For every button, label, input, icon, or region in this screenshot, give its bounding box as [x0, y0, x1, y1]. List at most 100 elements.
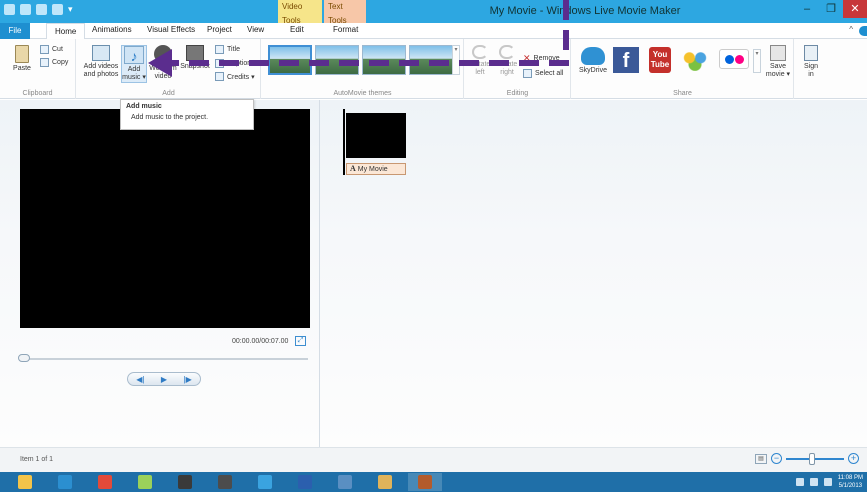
zoom-out-button[interactable]: − [771, 453, 782, 464]
tab-animations[interactable]: Animations [92, 25, 132, 34]
snapshot-icon [186, 45, 204, 61]
main-area: 00:00.00/00:07.00 ⤢ ◀| ▶ |▶ A My Movie [0, 100, 867, 447]
theme-thumbnail[interactable] [409, 45, 453, 75]
taskbar-hp[interactable] [48, 473, 82, 491]
app-menu-icon[interactable] [4, 4, 15, 15]
theme-thumbnail[interactable] [362, 45, 406, 75]
hp-icon [58, 475, 72, 489]
ribbon-tabs: File Home Animations Visual Effects Proj… [0, 23, 867, 39]
webcam-video-button[interactable]: Webcam video [149, 45, 177, 81]
tooltip-title: Add music [126, 103, 162, 110]
copy-icon [40, 58, 49, 67]
add-music-tooltip: Add music Add music to the project. [120, 99, 254, 130]
theme-thumbnail[interactable] [268, 45, 312, 75]
text-clip-icon: A [350, 164, 356, 173]
taskbar: 11:08 PM 5/1/2013 [0, 472, 867, 492]
zoom-slider-handle[interactable] [809, 452, 816, 465]
system-tray: 11:08 PM 5/1/2013 [795, 474, 863, 490]
rotate-right-button[interactable]: Rotate right [495, 45, 519, 77]
music-note-icon: ♪ [124, 46, 144, 64]
scissors-icon [40, 45, 49, 54]
undo-icon[interactable] [36, 4, 47, 15]
taskbar-chrome[interactable] [88, 473, 122, 491]
internet-explorer-icon [258, 475, 272, 489]
skydrive-button[interactable]: SkyDrive [578, 47, 608, 75]
fullscreen-preview-button[interactable]: ⤢ [295, 336, 306, 346]
taskbar-movie-maker-active[interactable] [408, 473, 442, 491]
taskbar-media-player[interactable] [168, 473, 202, 491]
title-clip-caption[interactable]: A My Movie [346, 163, 406, 175]
taskbar-other-app[interactable] [328, 473, 362, 491]
snapshot-button[interactable]: Snapshot [179, 45, 211, 71]
clipboard-group-label: Clipboard [22, 90, 53, 97]
theme-thumbnail[interactable] [315, 45, 359, 75]
minimize-button[interactable]: – [795, 0, 819, 18]
select-all-icon [523, 69, 532, 78]
credits-button[interactable]: Credits ▾ [215, 72, 255, 81]
help-icon[interactable] [859, 26, 867, 36]
add-music-button[interactable]: ♪ Add music ▾ [121, 45, 147, 83]
save-icon[interactable] [20, 4, 31, 15]
youtube-button[interactable]: You Tube [648, 47, 672, 75]
redo-icon[interactable] [52, 4, 63, 15]
clock[interactable]: 11:08 PM 5/1/2013 [838, 474, 863, 490]
tab-edit[interactable]: Edit [290, 25, 304, 34]
storyboard[interactable]: A My Movie [321, 100, 867, 447]
next-frame-button[interactable]: |▶ [184, 375, 192, 384]
sign-in-button[interactable]: Sign in [800, 45, 822, 79]
people-icon [681, 49, 709, 71]
tab-home[interactable]: Home [46, 23, 86, 39]
taskbar-internet-explorer[interactable] [248, 473, 282, 491]
taskbar-file-explorer[interactable] [8, 473, 42, 491]
previous-frame-button[interactable]: ◀| [136, 375, 144, 384]
seek-handle[interactable] [18, 354, 30, 362]
volume-icon[interactable] [823, 478, 832, 486]
thumbnail-size-icon[interactable]: ▤ [755, 453, 767, 464]
maximize-button[interactable]: ❐ [819, 0, 843, 18]
tab-visual-effects[interactable]: Visual Effects [147, 25, 195, 34]
automovie-themes-group-label: AutoMovie themes [333, 90, 392, 97]
skydrive-icon [581, 47, 605, 65]
select-all-button[interactable]: Select all [523, 69, 563, 78]
title-icon [215, 45, 224, 54]
taskbar-word[interactable] [288, 473, 322, 491]
windows-live-groups-button[interactable] [680, 49, 710, 73]
taskbar-paint[interactable] [368, 473, 402, 491]
minimize-ribbon-icon[interactable]: ^ [849, 25, 853, 34]
taskbar-movie-maker[interactable] [208, 473, 242, 491]
editing-group-label: Editing [506, 90, 529, 97]
paint-icon [378, 475, 392, 489]
time-readout: 00:00.00/00:07.00 [232, 338, 289, 345]
seek-bar[interactable] [22, 358, 308, 360]
caption-button[interactable]: Caption [215, 59, 251, 68]
tray-arrow-icon[interactable] [795, 478, 804, 486]
tab-format[interactable]: Format [333, 25, 358, 34]
share-more-button[interactable]: ▾ [753, 49, 761, 73]
network-icon[interactable] [809, 478, 818, 486]
save-movie-button[interactable]: Save movie ▾ [764, 45, 792, 79]
copy-button[interactable]: Copy [40, 58, 68, 67]
taskbar-picasa[interactable] [128, 473, 162, 491]
customize-qat-icon[interactable]: ▾ [68, 4, 74, 15]
remove-button[interactable]: ✕ Remove [523, 53, 560, 64]
facebook-button[interactable]: f [612, 47, 640, 75]
close-button[interactable]: ✕ [843, 0, 867, 18]
rotate-left-button[interactable]: Rotate left [468, 45, 492, 77]
media-player-icon [178, 475, 192, 489]
themes-more-button[interactable]: ▾ [452, 45, 460, 75]
add-group-label: Add [162, 90, 175, 97]
title-button[interactable]: Title [215, 45, 240, 54]
clip-thumbnail[interactable] [346, 113, 406, 158]
ribbon: Paste Cut Copy Clipboard Add videos and … [0, 39, 867, 99]
play-button[interactable]: ▶ [161, 375, 167, 384]
zoom-slider[interactable] [786, 452, 844, 465]
cut-button[interactable]: Cut [40, 45, 63, 54]
tab-project[interactable]: Project [207, 25, 232, 34]
tab-view[interactable]: View [247, 25, 264, 34]
add-videos-photos-button[interactable]: Add videos and photos [81, 45, 121, 79]
playhead-line[interactable] [343, 109, 345, 175]
paste-button[interactable]: Paste [10, 45, 34, 73]
zoom-in-button[interactable]: + [848, 453, 859, 464]
tab-file[interactable]: File [0, 23, 30, 39]
flickr-button[interactable] [718, 49, 750, 71]
